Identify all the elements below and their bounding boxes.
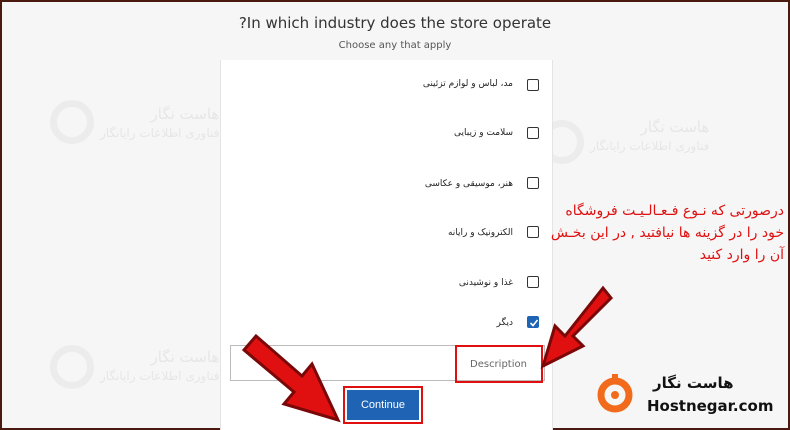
arrow-to-continue-icon: [241, 333, 341, 423]
watermark-logo-icon: [50, 100, 94, 144]
watermark-logo-icon: [50, 345, 94, 389]
option-label: الکترونیک و رایانه: [447, 228, 513, 238]
question-title: ?In which industry does the store operat…: [238, 14, 552, 32]
option-label: سلامت و زیبایی: [454, 128, 513, 138]
watermark-text: هاست نگارفناوری اطلاعات رایانگار: [100, 348, 220, 383]
continue-button[interactable]: Continue: [347, 390, 419, 420]
hostnegar-logo-icon: [597, 374, 633, 413]
brand-name-fa: هاست نگار: [653, 374, 734, 392]
option-label: دیگر: [496, 318, 513, 328]
option-checkbox[interactable]: [527, 177, 539, 189]
brand-name-en: Hostnegar.com: [647, 397, 774, 415]
brand-logo-block: هاست نگار Hostnegar.com: [595, 370, 783, 420]
option-label: مد، لباس و لوازم تزئینی: [422, 79, 513, 89]
watermark-text: هاست نگارفناوری اطلاعات رایانگار: [590, 118, 710, 153]
watermark-text: هاست نگارفناوری اطلاعات رایانگار: [100, 105, 220, 140]
option-label: غذا و نوشیدنی: [458, 278, 513, 288]
question-subtitle: Choose any that apply: [338, 40, 452, 51]
option-checkbox[interactable]: [527, 127, 539, 139]
description-placeholder: Description: [470, 359, 527, 370]
option-label: هنر، موسیقی و عکاسی: [424, 179, 513, 189]
option-checkbox[interactable]: [527, 226, 539, 238]
annotation-text: درصورتی که نـوع فـعـالـیـت فروشگاه خود ر…: [550, 203, 784, 263]
option-checkbox[interactable]: [527, 79, 539, 91]
arrow-to-description-icon: [540, 285, 614, 369]
